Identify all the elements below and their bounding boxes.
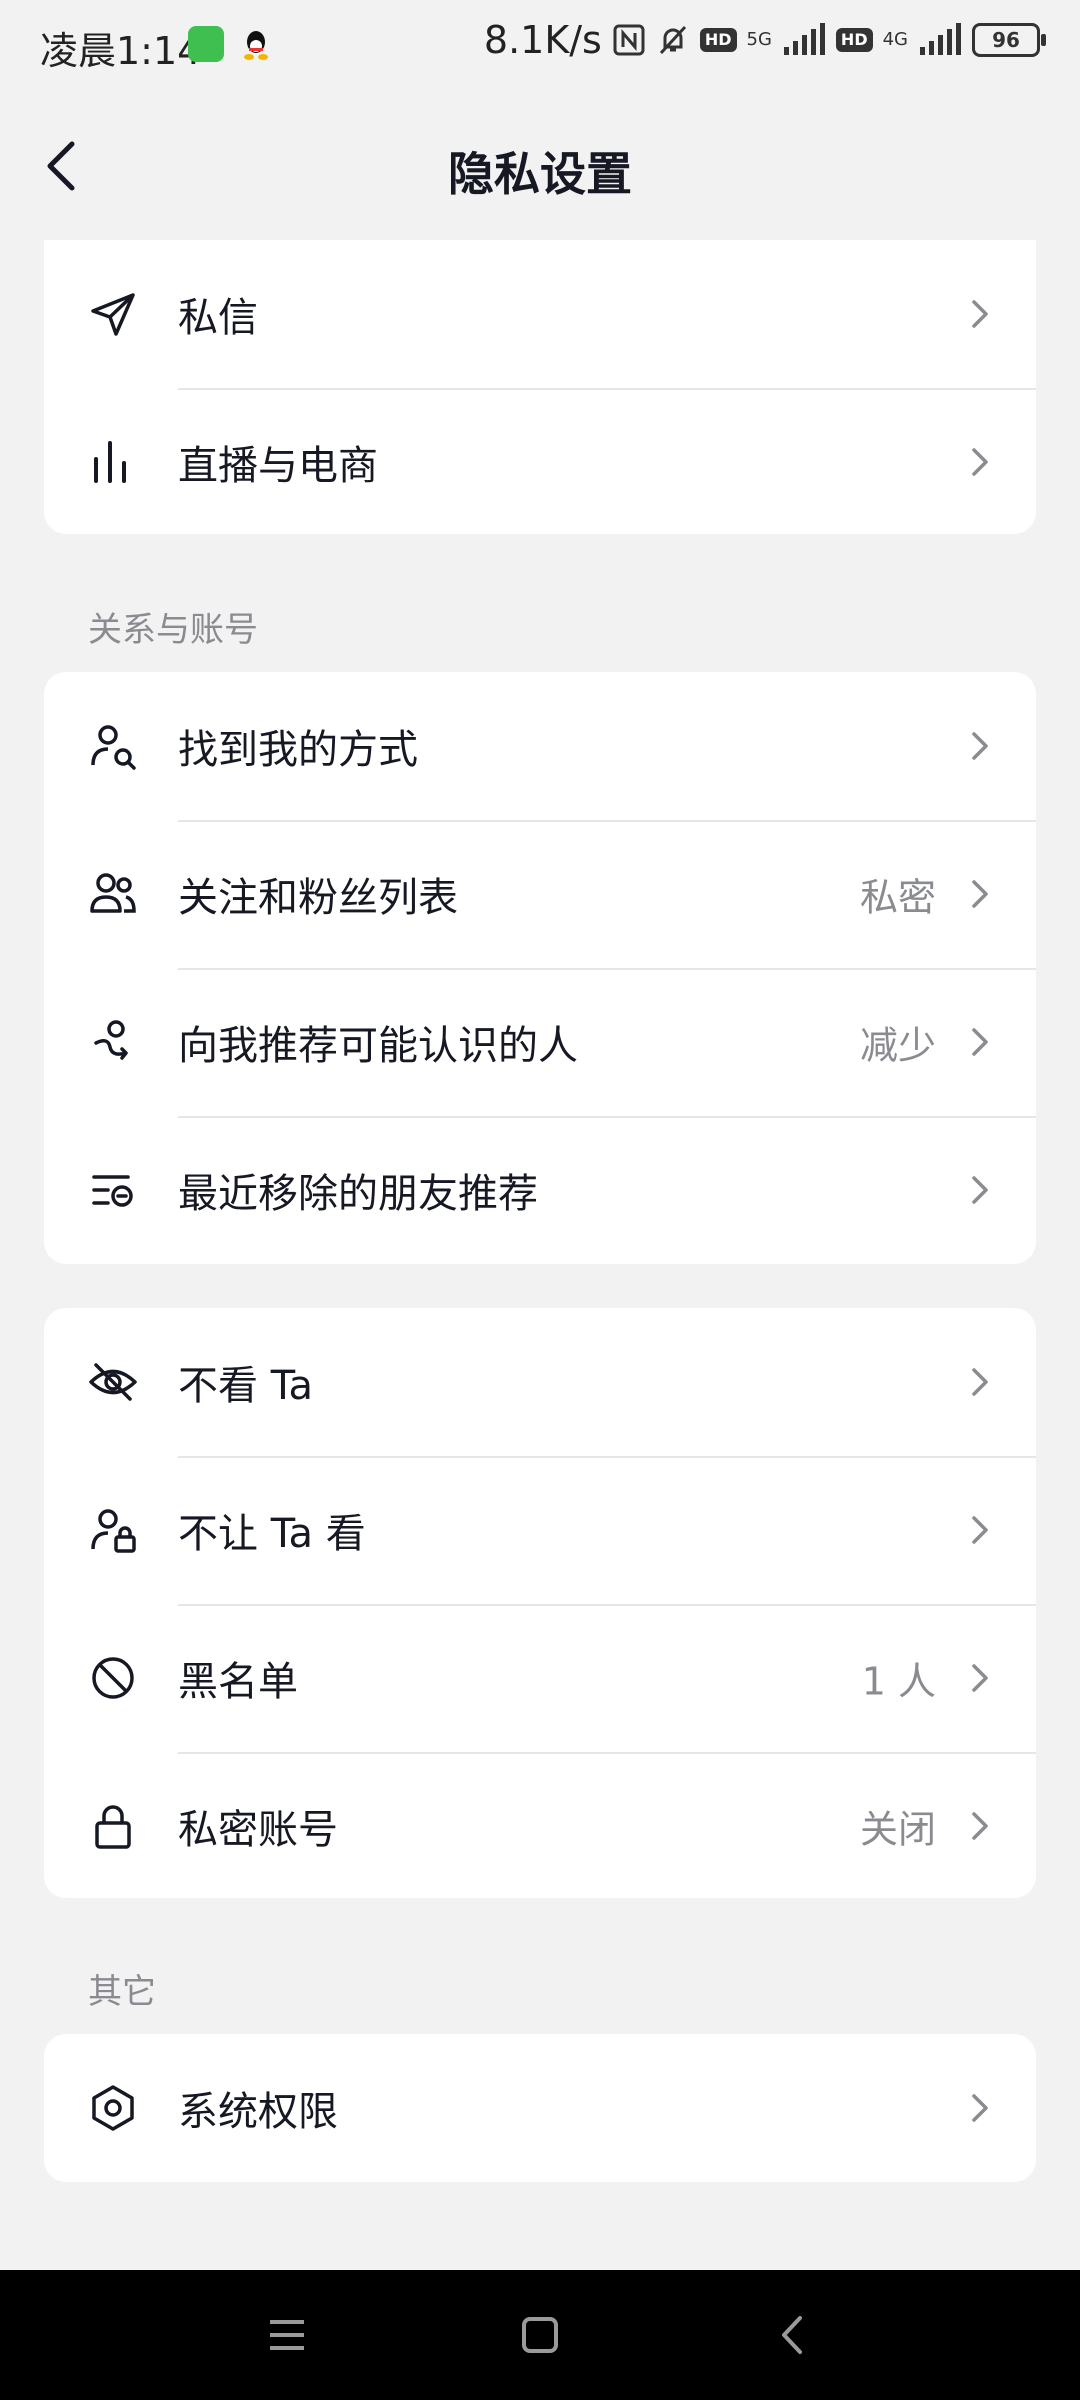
- mute-bell-icon: [659, 25, 686, 55]
- setting-label: 不让 Ta 看: [178, 1511, 366, 1557]
- users-icon: [90, 873, 136, 913]
- setting-row-hide-my-content[interactable]: 不让 Ta 看: [44, 1456, 1036, 1604]
- battery-icon: 96: [972, 23, 1046, 57]
- system-nav-bar: [0, 2270, 1080, 2400]
- setting-value: 1 人: [861, 1659, 936, 1704]
- setting-value: 减少: [859, 1023, 936, 1068]
- status-bar: 凌晨1:14 8.1K/s HD 5G HD 4G 96: [0, 0, 1080, 86]
- setting-label: 找到我的方式: [178, 727, 418, 773]
- chevron-right-icon: [972, 1176, 988, 1204]
- setting-label: 不看 Ta: [178, 1363, 314, 1409]
- hd-badge: HD: [835, 28, 873, 52]
- home-icon[interactable]: [515, 2310, 565, 2360]
- send-icon: [91, 293, 135, 336]
- setting-row-system-permissions[interactable]: 系统权限: [44, 2034, 1036, 2182]
- setting-label: 最近移除的朋友推荐: [178, 1171, 538, 1217]
- chevron-right-icon: [972, 880, 988, 908]
- setting-row-removed-recommendations[interactable]: 最近移除的朋友推荐: [44, 1116, 1036, 1264]
- setting-label: 关注和粉丝列表: [178, 875, 458, 921]
- chevron-right-icon: [972, 1664, 988, 1692]
- page-title: 隐私设置: [448, 147, 632, 201]
- user-lock-icon: [91, 1509, 136, 1553]
- hexagon-settings-icon: [92, 2085, 134, 2131]
- hd-badge: HD: [699, 28, 737, 52]
- setting-label: 私信: [178, 295, 258, 341]
- net-speed: 8.1K/s: [483, 18, 602, 62]
- chevron-right-icon: [972, 300, 988, 328]
- signal-icon: [920, 23, 961, 55]
- status-time: 凌晨1:14: [40, 29, 202, 73]
- chevron-right-icon: [972, 1516, 988, 1544]
- settings-card-messages: 私信 直播与电商: [44, 240, 1036, 534]
- chevron-right-icon: [972, 448, 988, 476]
- chevron-right-icon: [972, 1028, 988, 1056]
- setting-row-private-account[interactable]: 私密账号 关闭: [44, 1752, 1036, 1898]
- block-icon: [92, 1657, 134, 1699]
- chevron-right-icon: [972, 2094, 988, 2122]
- setting-label: 直播与电商: [178, 443, 378, 489]
- setting-row-follow-list[interactable]: 关注和粉丝列表 私密: [44, 820, 1036, 968]
- setting-label: 系统权限: [178, 2089, 338, 2135]
- live-stats-icon: [94, 441, 126, 483]
- nav-bar: 隐私设置: [0, 86, 1080, 252]
- network-type: 4G: [882, 29, 908, 50]
- setting-label: 黑名单: [178, 1659, 298, 1705]
- section-title-other: 其它: [88, 1972, 156, 2012]
- removed-list-icon: [92, 1175, 133, 1207]
- settings-card-relations: 找到我的方式 关注和粉丝列表 私密 向我推荐可能认识的人 减少 最近移除的朋友推…: [44, 672, 1036, 1264]
- lock-icon: [95, 1805, 131, 1849]
- setting-row-find-me[interactable]: 找到我的方式: [44, 672, 1036, 820]
- chevron-right-icon: [972, 1812, 988, 1840]
- setting-row-live-commerce[interactable]: 直播与电商: [44, 388, 1036, 534]
- nfc-icon: [613, 24, 645, 56]
- qq-notify-icon: [244, 31, 268, 60]
- setting-row-hide-their-content[interactable]: 不看 Ta: [44, 1308, 1036, 1456]
- wechat-notify-icon: [188, 26, 224, 62]
- recommend-user-icon: [94, 1020, 128, 1060]
- settings-card-other: 系统权限: [44, 2034, 1036, 2182]
- setting-label: 私密账号: [178, 1807, 338, 1853]
- setting-value: 私密: [859, 875, 936, 920]
- setting-value: 关闭: [859, 1807, 936, 1852]
- chevron-right-icon: [972, 1368, 988, 1396]
- find-user-icon: [91, 725, 136, 770]
- chevron-right-icon: [972, 732, 988, 760]
- section-title-relations: 关系与账号: [88, 610, 258, 650]
- menu-icon[interactable]: [262, 2310, 312, 2360]
- eye-off-icon: [89, 1363, 137, 1401]
- back-icon[interactable]: [768, 2310, 818, 2360]
- setting-row-recommend-people[interactable]: 向我推荐可能认识的人 减少: [44, 968, 1036, 1116]
- setting-row-direct-message[interactable]: 私信: [44, 240, 1036, 388]
- signal-icon: [783, 23, 825, 55]
- settings-card-visibility: 不看 Ta 不让 Ta 看 黑名单 1 人 私密账号 关闭: [44, 1308, 1036, 1898]
- setting-row-blacklist[interactable]: 黑名单 1 人: [44, 1604, 1036, 1752]
- network-type: 5G: [746, 29, 772, 50]
- setting-label: 向我推荐可能认识的人: [178, 1023, 578, 1069]
